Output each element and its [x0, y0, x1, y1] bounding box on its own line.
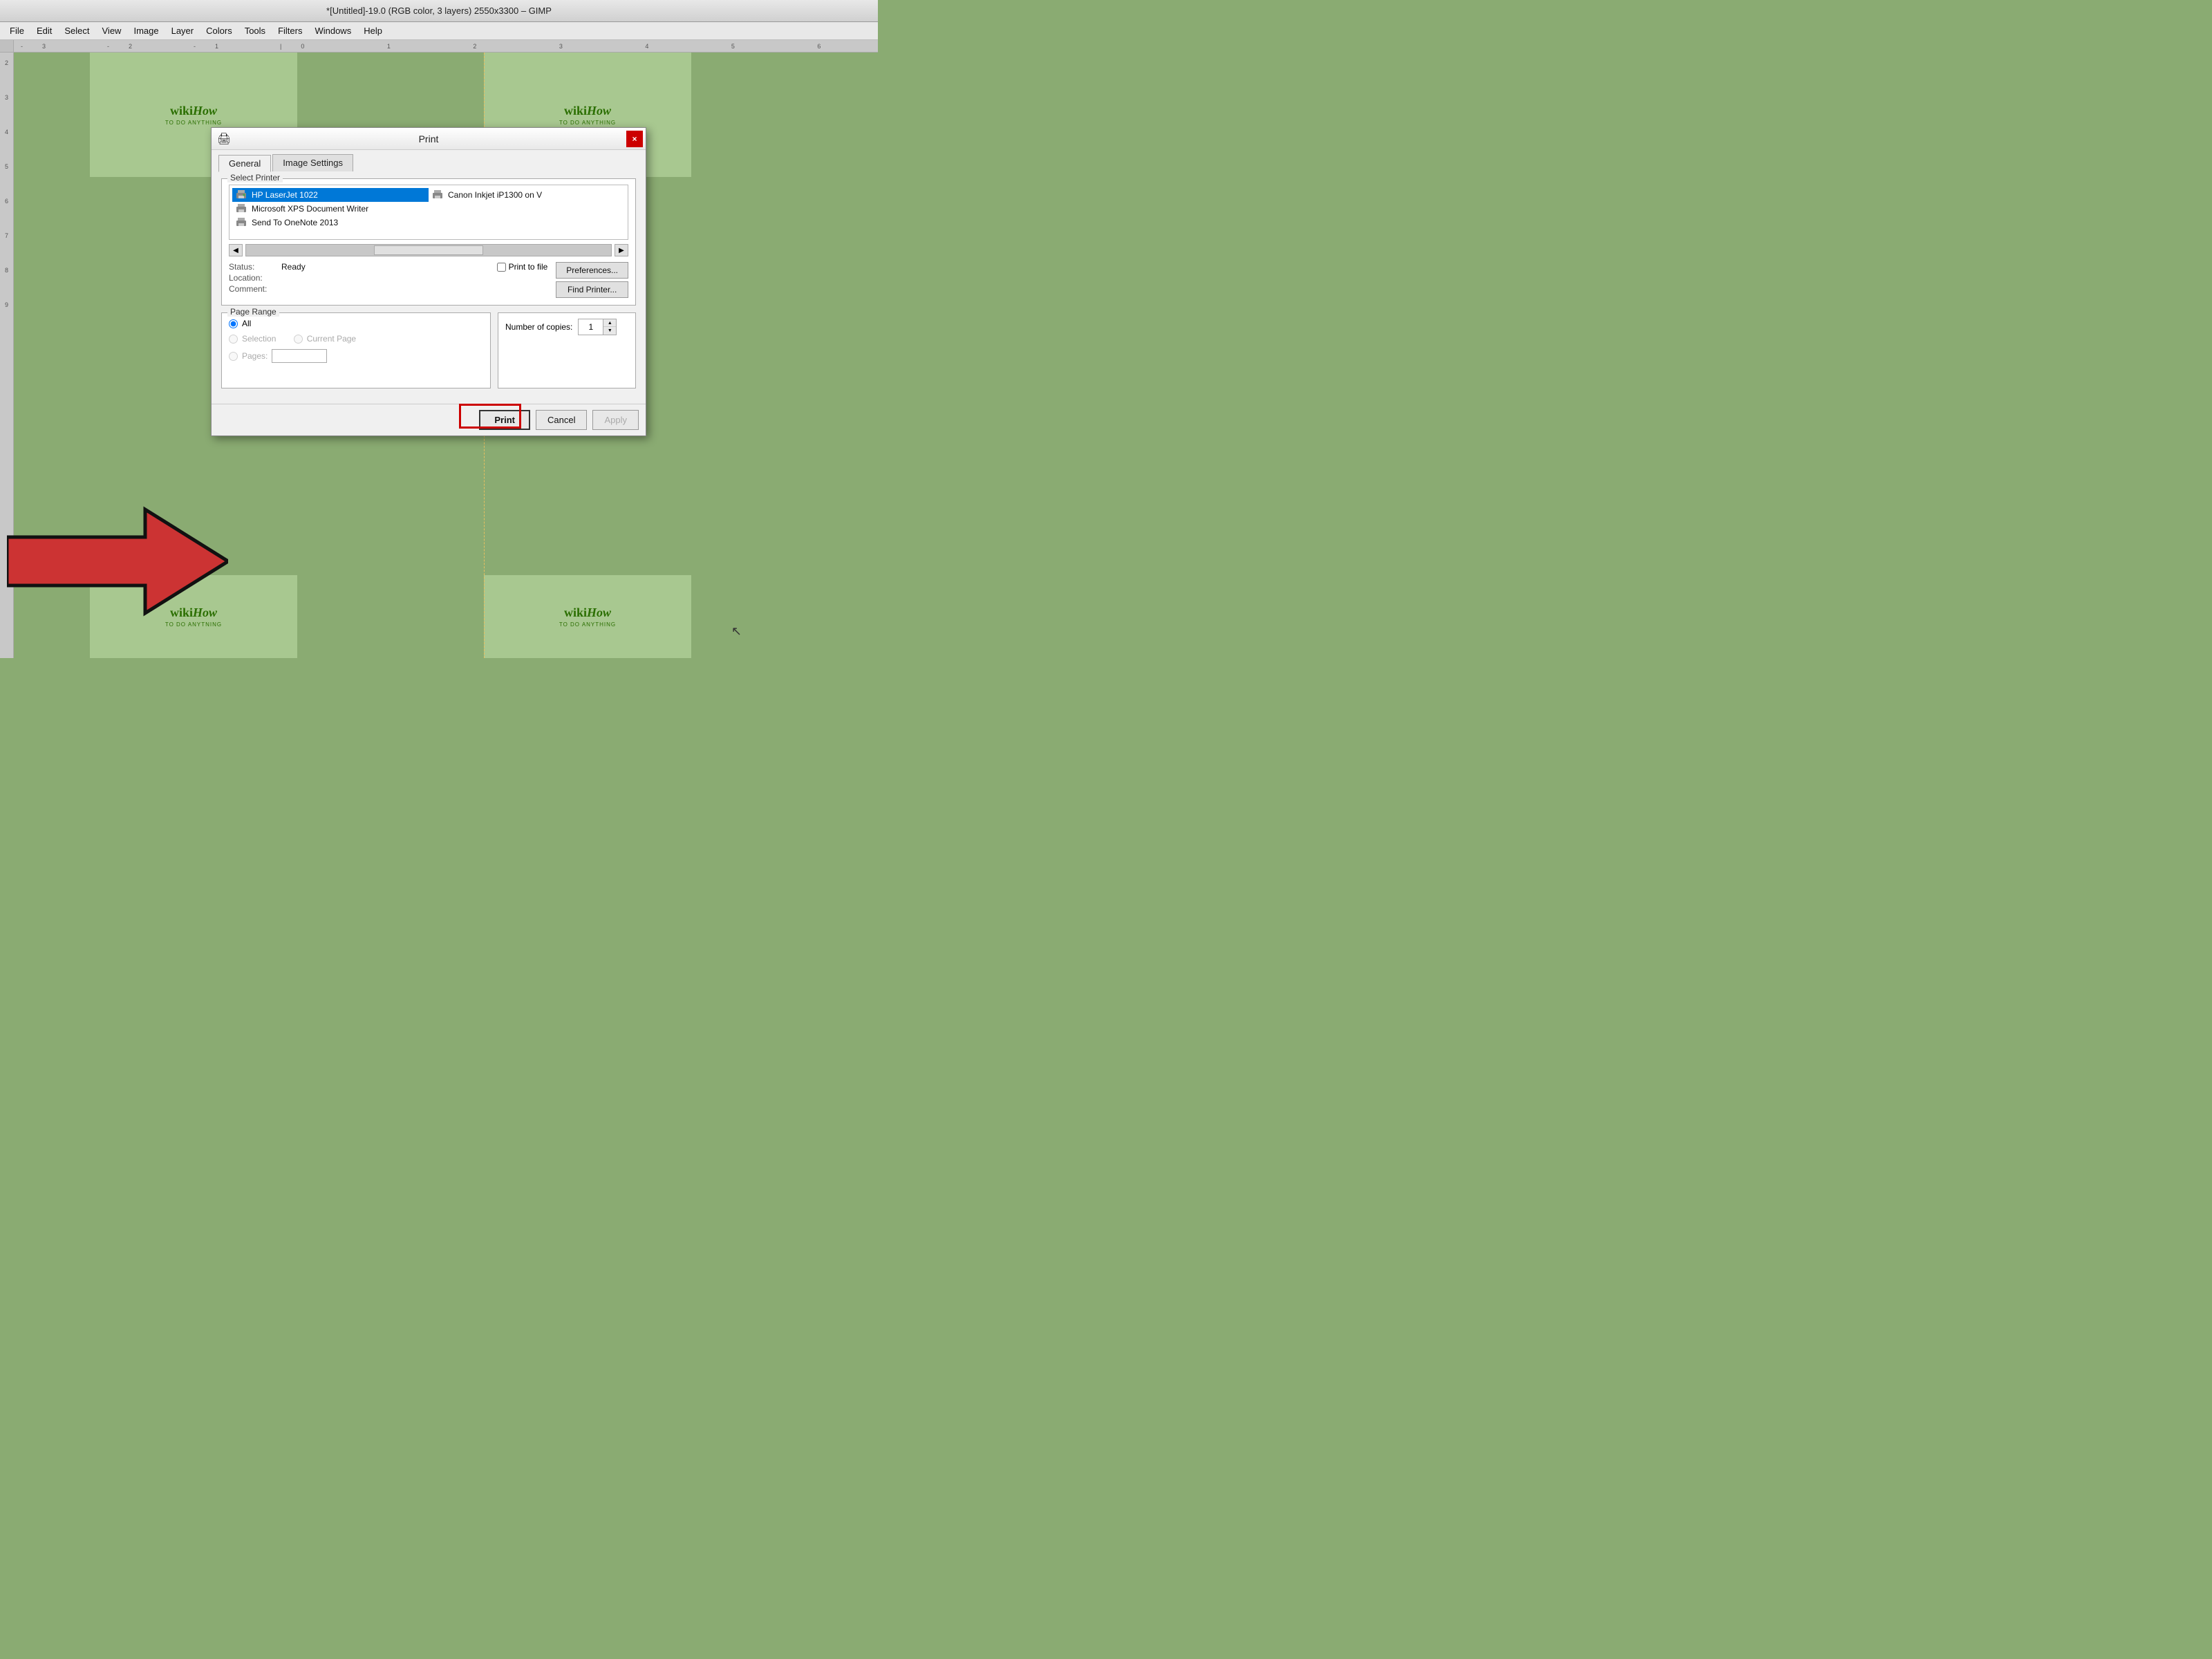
wikihow-tile-br: wikiHow TO DO ANYTHING: [484, 575, 691, 658]
menu-view[interactable]: View: [97, 24, 127, 37]
printer-buttons: Preferences... Find Printer...: [556, 262, 628, 298]
spinner-arrows: ▲ ▼: [603, 319, 616, 335]
scroll-left[interactable]: ◀: [229, 244, 243, 256]
find-printer-button[interactable]: Find Printer...: [556, 281, 628, 298]
title-bar: *[Untitled]-19.0 (RGB color, 3 layers) 2…: [0, 0, 878, 22]
printer-list[interactable]: HP LaserJet 1022 Canon Inkjet iP1300 on …: [229, 185, 628, 240]
printer-item-hp[interactable]: HP LaserJet 1022: [232, 188, 429, 202]
status-row: Status: Ready: [229, 262, 489, 272]
menu-file[interactable]: File: [4, 24, 30, 37]
cancel-button[interactable]: Cancel: [536, 410, 587, 430]
menu-bar: File Edit Select View Image Layer Colors…: [0, 22, 878, 40]
printer-item-xps[interactable]: Microsoft XPS Document Writer: [232, 202, 625, 216]
print-to-file-label: Print to file: [509, 262, 548, 272]
radio-all-label: All: [242, 319, 251, 328]
printer-scrollbar[interactable]: ◀ ▶: [229, 244, 628, 256]
status-value: Ready: [281, 262, 306, 272]
comment-label: Comment:: [229, 284, 277, 294]
menu-help[interactable]: Help: [358, 24, 388, 37]
comment-row: Comment:: [229, 284, 489, 294]
window-title: *[Untitled]-19.0 (RGB color, 3 layers) 2…: [326, 6, 552, 16]
printer-grid: HP LaserJet 1022 Canon Inkjet iP1300 on …: [232, 188, 625, 202]
cursor-indicator: ↖: [731, 624, 742, 639]
pages-input[interactable]: [272, 349, 327, 363]
radio-pages[interactable]: [229, 352, 238, 361]
menu-edit[interactable]: Edit: [31, 24, 57, 37]
printer-item-onenote[interactable]: Send To OneNote 2013: [232, 216, 625, 229]
preferences-button[interactable]: Preferences...: [556, 262, 628, 279]
spin-up[interactable]: ▲: [603, 319, 616, 327]
canvas-area: 23456789 wikiHow TO DO ANYTHING wikiHow …: [0, 53, 878, 658]
print-to-file-row: Print to file: [497, 262, 548, 272]
print-to-file-section: Print to file: [491, 262, 554, 274]
printer-name-hp: HP LaserJet 1022: [252, 190, 318, 200]
radio-all[interactable]: [229, 319, 238, 328]
printer-icon-xps: [235, 203, 247, 214]
spin-down[interactable]: ▼: [603, 327, 616, 335]
select-printer-label: Select Printer: [227, 173, 283, 182]
printer-name-xps: Microsoft XPS Document Writer: [252, 204, 368, 214]
red-arrow-svg: [7, 499, 228, 624]
menu-select[interactable]: Select: [59, 24, 95, 37]
bottom-section: Page Range All Selection Current Page: [221, 312, 636, 388]
dialog-bottom-buttons: Print Cancel Apply: [212, 404, 646, 435]
red-arrow-container: [7, 499, 228, 624]
radio-selection-row: Selection Current Page: [229, 334, 483, 344]
page-range-label: Page Range: [227, 307, 279, 317]
scroll-right[interactable]: ▶: [615, 244, 628, 256]
radio-pages-row: Pages:: [229, 349, 483, 363]
scroll-track[interactable]: [245, 244, 612, 256]
menu-tools[interactable]: Tools: [239, 24, 271, 37]
radio-selection[interactable]: [229, 335, 238, 344]
printer-icon-canon: [431, 189, 444, 200]
ruler-corner: [0, 40, 14, 53]
radio-pages-label: Pages:: [242, 351, 268, 361]
info-left: Status: Ready Location: Comment:: [229, 262, 489, 295]
location-row: Location:: [229, 273, 489, 283]
dialog-close-button[interactable]: ×: [626, 131, 643, 147]
copies-group: Number of copies: ▲ ▼: [498, 312, 636, 388]
copies-spinner[interactable]: ▲ ▼: [578, 319, 617, 335]
dialog-titlebar: 🖨 Print ×: [212, 128, 646, 150]
menu-colors[interactable]: Colors: [200, 24, 238, 37]
printer-icon: 🖨: [217, 132, 231, 146]
tab-image-settings[interactable]: Image Settings: [272, 154, 353, 171]
print-button[interactable]: Print: [479, 410, 530, 430]
select-printer-group: Select Printer HP LaserJet 1022: [221, 178, 636, 306]
location-label: Location:: [229, 273, 277, 283]
menu-layer[interactable]: Layer: [166, 24, 200, 37]
radio-selection-label: Selection: [242, 334, 276, 344]
copies-input[interactable]: [579, 319, 603, 335]
ruler-horizontal: -3 -2 -1 |0 1 2 3 4 5 6 7 8: [0, 40, 878, 53]
menu-image[interactable]: Image: [128, 24, 164, 37]
copies-label: Number of copies:: [505, 322, 572, 332]
menu-windows[interactable]: Windows: [309, 24, 357, 37]
dialog-title: Print: [419, 133, 439, 144]
printer-item-canon[interactable]: Canon Inkjet iP1300 on V: [429, 188, 625, 202]
menu-filters[interactable]: Filters: [272, 24, 308, 37]
page-range-group: Page Range All Selection Current Page: [221, 312, 491, 388]
dialog-tabs: General Image Settings: [212, 150, 646, 171]
printer-name-canon: Canon Inkjet iP1300 on V: [448, 190, 542, 200]
print-to-file-checkbox[interactable]: [497, 263, 506, 272]
radio-all-row: All: [229, 319, 483, 328]
printer-icon-onenote: [235, 217, 247, 228]
printer-info: Status: Ready Location: Comment:: [229, 262, 628, 298]
radio-current-page-label: Current Page: [307, 334, 356, 344]
print-dialog: 🖨 Print × General Image Settings Select …: [211, 127, 646, 436]
apply-button[interactable]: Apply: [592, 410, 639, 430]
scroll-thumb: [374, 245, 483, 255]
dialog-content: Select Printer HP LaserJet 1022: [212, 171, 646, 404]
status-label: Status:: [229, 262, 277, 272]
printer-name-onenote: Send To OneNote 2013: [252, 218, 338, 227]
radio-group: All Selection Current Page Pages:: [229, 319, 483, 363]
tab-general[interactable]: General: [218, 155, 271, 172]
printer-icon-hp: [235, 189, 247, 200]
copies-row: Number of copies: ▲ ▼: [505, 319, 628, 335]
radio-current-page[interactable]: [294, 335, 303, 344]
